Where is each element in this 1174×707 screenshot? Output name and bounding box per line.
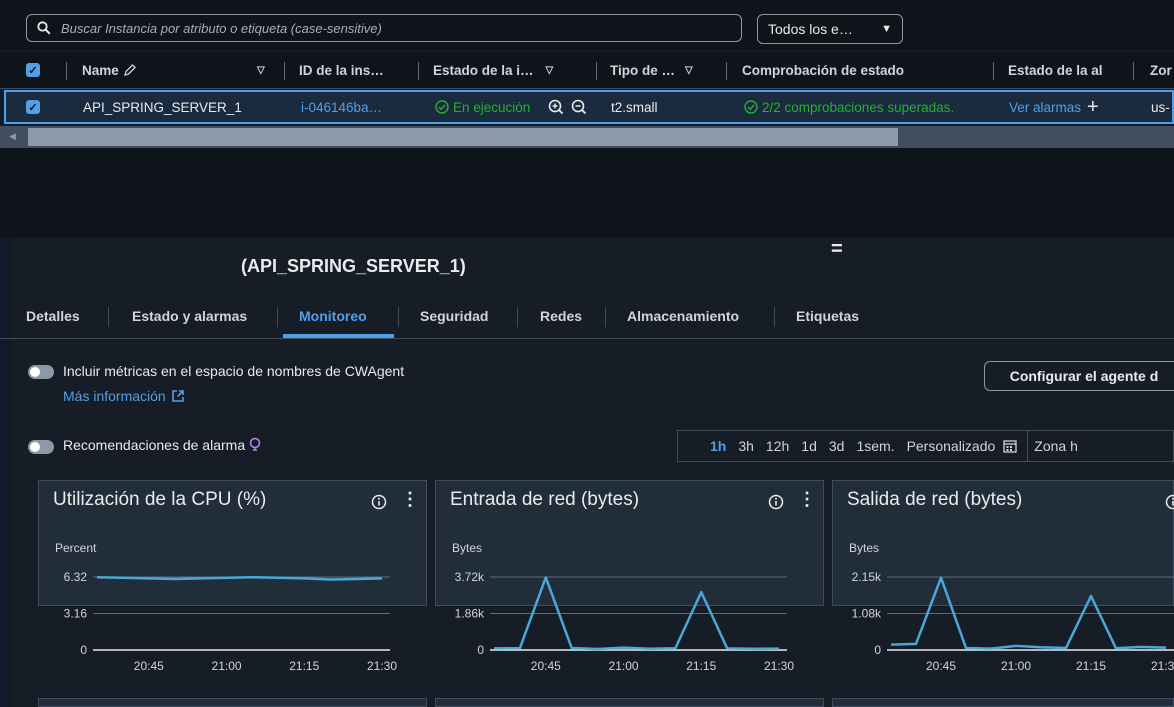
chart-card: [38, 698, 427, 707]
x-tick-label: 20:45: [531, 659, 561, 673]
series-line: [96, 575, 383, 581]
y-tick-label: 0: [874, 643, 881, 657]
y-tick-label: 1.86k: [455, 607, 485, 621]
y-tick-label: 6.32: [64, 570, 88, 584]
x-tick-label: 21:30: [1151, 659, 1174, 673]
x-tick-label: 21:00: [1001, 659, 1031, 673]
y-tick-label: 1.08k: [852, 607, 882, 621]
y-tick-label: 3.16: [64, 607, 88, 621]
x-tick-label: 20:45: [134, 659, 164, 673]
y-tick-label: 3.72k: [455, 570, 485, 584]
y-tick-label: 2.15k: [852, 570, 882, 584]
x-tick-label: 21:00: [212, 659, 242, 673]
y-tick-label: 0: [80, 643, 87, 657]
x-tick-label: 21:30: [367, 659, 397, 673]
x-tick-label: 21:30: [764, 659, 794, 673]
chart-card: [435, 698, 824, 707]
x-tick-label: 21:15: [686, 659, 716, 673]
x-tick-label: 21:15: [1076, 659, 1106, 673]
metrics-charts: 6.32 3.16 0 20:45 21:00 21:15 21:30 3.72k 1.86k 0…: [64, 570, 1174, 673]
y-tick-label: 0: [477, 643, 484, 657]
x-tick-label: 21:00: [609, 659, 639, 673]
chart-card: [832, 698, 1174, 707]
x-tick-label: 21:15: [289, 659, 319, 673]
x-tick-label: 20:45: [926, 659, 956, 673]
